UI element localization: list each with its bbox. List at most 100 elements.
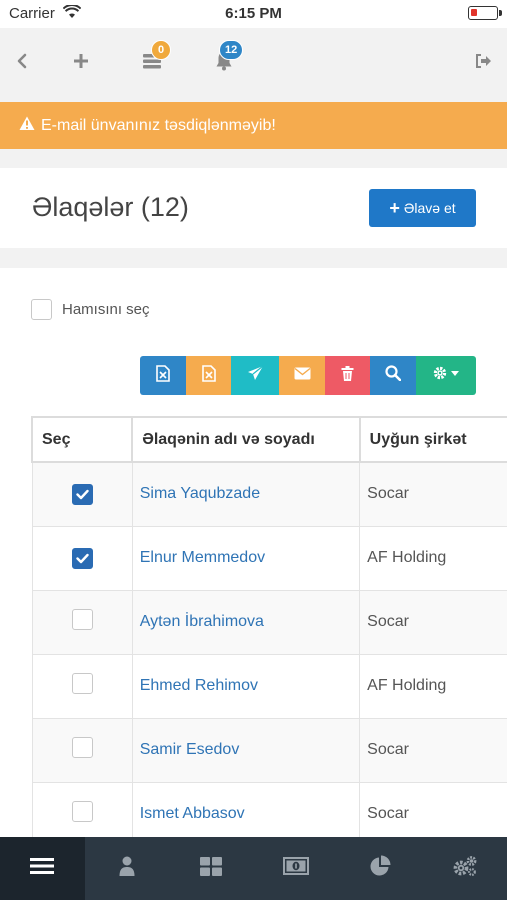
email-button[interactable] xyxy=(279,356,325,395)
company-name: AF Holding xyxy=(367,677,447,694)
contacts-table: Seç Əlaqənin adı və soyadı Uyğun şirkət … xyxy=(31,416,507,838)
add-contact-button[interactable]: + Əlavə et xyxy=(369,189,476,227)
company-name: Socar xyxy=(367,805,409,822)
send-button[interactable] xyxy=(231,356,279,395)
money-icon xyxy=(282,857,309,880)
contact-name-cell: Samir Esedov xyxy=(131,717,361,783)
company-name: Socar xyxy=(367,741,409,758)
excel-import-button[interactable] xyxy=(186,356,231,395)
tab-reports[interactable] xyxy=(338,837,423,900)
row-checkbox[interactable] xyxy=(71,801,93,822)
page-header: Əlaqələr (12) + Əlavə et xyxy=(0,168,507,248)
row-checkbox[interactable] xyxy=(71,547,93,569)
column-header-select[interactable]: Seç xyxy=(31,416,134,463)
pie-chart-icon xyxy=(369,855,391,882)
alert-text: E-mail ünvanınız təsdiqlənməyib! xyxy=(41,116,276,134)
company-cell: Socar xyxy=(359,461,507,527)
tab-contacts[interactable] xyxy=(85,837,170,900)
email-unverified-alert: E-mail ünvanınız təsdiqlənməyib! xyxy=(0,102,507,149)
tab-dashboard[interactable] xyxy=(169,837,254,900)
status-bar: Carrier 6:15 PM xyxy=(0,0,507,28)
envelope-icon xyxy=(294,367,311,385)
column-header-name[interactable]: Əlaqənin adı və soyadı xyxy=(131,416,361,463)
bottom-tab-bar xyxy=(0,837,507,900)
action-toolbar xyxy=(140,356,476,395)
table-row[interactable]: Aytən İbrahimova Socar xyxy=(31,589,507,655)
add-button[interactable] xyxy=(66,46,96,76)
settings-dropdown-icon xyxy=(432,365,460,386)
contact-name-link[interactable]: Ehmed Rehimov xyxy=(140,677,258,694)
contact-name-cell: Sima Yaqubzade xyxy=(131,461,361,527)
notifications-badge: 12 xyxy=(219,40,244,60)
trash-icon xyxy=(341,365,354,386)
tab-menu[interactable] xyxy=(0,837,85,900)
tab-settings[interactable] xyxy=(423,837,507,900)
select-all-label: Hamısını seç xyxy=(62,301,150,318)
company-name: AF Holding xyxy=(367,549,447,566)
plus-icon xyxy=(73,53,89,69)
add-contact-label: Əlavə et xyxy=(403,200,456,216)
contact-name-cell: Ehmed Rehimov xyxy=(131,653,361,719)
notifications-button[interactable]: 12 xyxy=(209,40,244,76)
back-icon xyxy=(15,53,29,69)
grid-icon xyxy=(200,856,223,881)
search-icon xyxy=(385,365,402,386)
tab-finance[interactable] xyxy=(254,837,339,900)
excel-export-icon xyxy=(156,364,170,387)
contact-name-link[interactable]: Samir Esedov xyxy=(140,741,240,758)
settings-dropdown-button[interactable] xyxy=(416,356,476,395)
excel-import-icon xyxy=(201,364,216,387)
company-name: Socar xyxy=(367,485,409,503)
send-icon xyxy=(247,365,264,386)
plus-icon: + xyxy=(389,197,400,218)
table-header-row: Seç Əlaqənin adı və soyadı Uyğun şirkət xyxy=(31,416,507,463)
select-cell xyxy=(31,589,133,655)
table-row[interactable]: Samir Esedov Socar xyxy=(31,717,507,783)
search-button[interactable] xyxy=(370,356,416,395)
select-cell xyxy=(31,781,133,838)
row-checkbox[interactable] xyxy=(71,609,93,630)
checkmark-icon xyxy=(75,553,89,563)
clock: 6:15 PM xyxy=(225,5,282,22)
row-checkbox[interactable] xyxy=(71,737,93,758)
select-all[interactable]: Hamısını seç xyxy=(31,299,150,320)
table-row[interactable]: Sima Yaqubzade Socar xyxy=(31,461,507,527)
user-icon xyxy=(119,856,135,881)
menu-icon xyxy=(30,857,55,880)
gears-icon xyxy=(452,855,478,882)
contact-name-link[interactable]: Ismet Abbasov xyxy=(140,805,245,822)
select-all-checkbox[interactable] xyxy=(31,299,52,320)
delete-button[interactable] xyxy=(325,356,370,395)
table-row[interactable]: Ehmed Rehimov AF Holding xyxy=(31,653,507,719)
battery-icon xyxy=(468,6,502,20)
sign-out-button[interactable] xyxy=(468,46,498,76)
company-cell: AF Holding xyxy=(359,653,507,719)
column-header-company[interactable]: Uyğun şirkət xyxy=(358,416,507,463)
contact-name-link[interactable]: Sima Yaqubzade xyxy=(140,485,260,502)
checkmark-icon xyxy=(75,489,89,499)
excel-export-button[interactable] xyxy=(140,356,186,395)
select-cell xyxy=(31,717,133,783)
sign-out-icon xyxy=(475,54,492,68)
row-checkbox[interactable] xyxy=(71,673,93,694)
company-cell: Socar xyxy=(359,589,507,655)
contact-name-cell: Aytən İbrahimova xyxy=(131,589,361,655)
warning-icon xyxy=(19,116,41,136)
company-cell: AF Holding xyxy=(359,525,507,591)
messages-button[interactable]: 0 xyxy=(137,40,171,76)
row-checkbox[interactable] xyxy=(71,483,93,505)
top-nav: 0 12 xyxy=(0,28,507,96)
select-cell xyxy=(31,653,133,719)
contact-name-cell: Elnur Memmedov xyxy=(131,525,361,591)
select-cell xyxy=(31,461,133,527)
table-row[interactable]: Ismet Abbasov Socar xyxy=(31,781,507,838)
contact-name-cell: Ismet Abbasov xyxy=(131,781,361,838)
select-cell xyxy=(31,525,133,591)
table-row[interactable]: Elnur Memmedov AF Holding xyxy=(31,525,507,591)
contact-name-link[interactable]: Elnur Memmedov xyxy=(140,549,265,566)
contact-name-link[interactable]: Aytən İbrahimova xyxy=(140,613,264,630)
back-button[interactable] xyxy=(7,46,37,76)
company-name: Socar xyxy=(367,613,409,630)
messages-badge: 0 xyxy=(151,40,171,60)
contacts-panel: Hamısını seç Seç Əlaqənin adı və soyadı … xyxy=(0,268,507,838)
